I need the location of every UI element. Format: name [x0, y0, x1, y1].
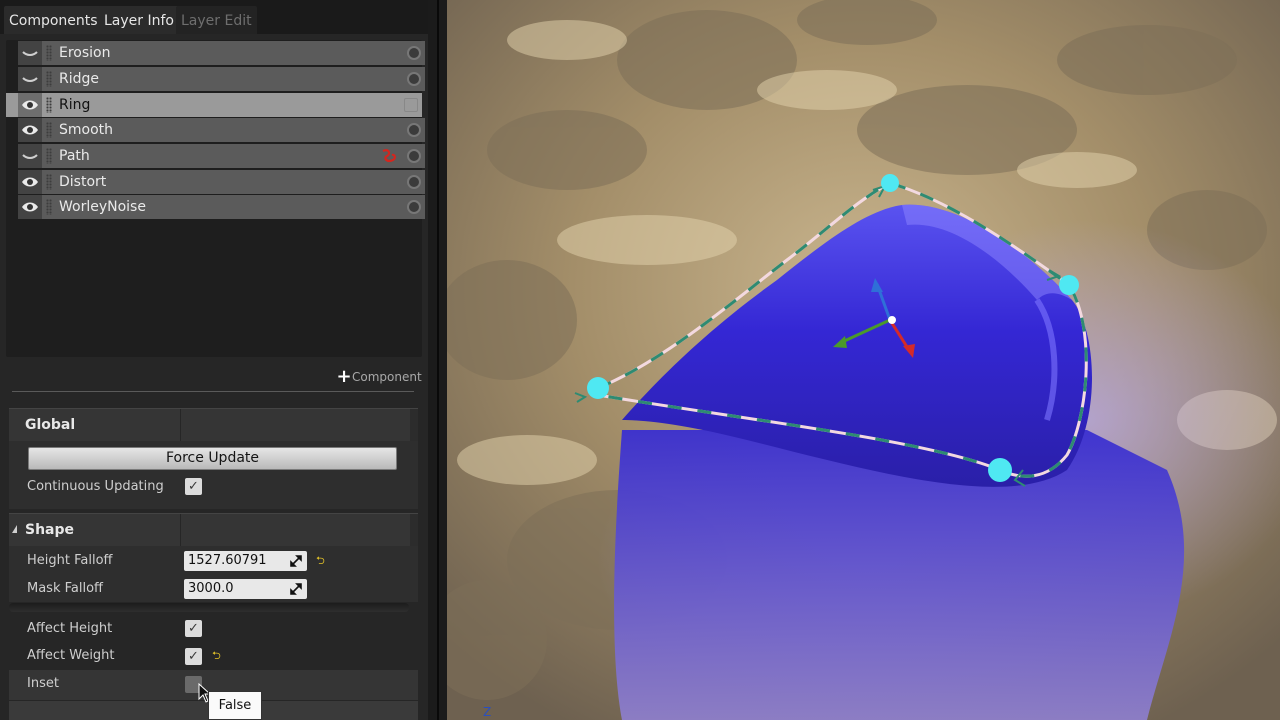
details-panel: Components Layer Info Layer Edit Erosion…: [0, 0, 428, 720]
component-row-distort[interactable]: Distort: [18, 170, 425, 194]
height-falloff-value: 1527.60791: [188, 553, 267, 568]
drag-handle-icon[interactable]: [46, 174, 52, 190]
component-row-smooth[interactable]: Smooth: [18, 118, 425, 142]
component-row-ridge[interactable]: Ridge: [18, 67, 425, 91]
axis-indicator-z: Z: [483, 705, 492, 719]
tab-bar: Components Layer Info Layer Edit: [0, 0, 428, 34]
component-toggle[interactable]: [407, 149, 421, 163]
force-update-button[interactable]: Force Update: [28, 447, 397, 470]
component-row-ring[interactable]: Ring: [6, 93, 422, 117]
drag-handle-icon[interactable]: [46, 199, 52, 215]
spline-control-point: [988, 458, 1012, 482]
drag-arrows-icon[interactable]: [290, 583, 302, 595]
eye-icon[interactable]: [18, 118, 42, 142]
continuous-updating-label: Continuous Updating: [27, 479, 164, 494]
component-label: Erosion: [59, 45, 111, 61]
tab-layer-info[interactable]: Layer Info: [99, 6, 179, 34]
drag-handle-icon[interactable]: [46, 148, 52, 164]
component-label: Path: [59, 148, 90, 164]
eye-icon[interactable]: [18, 170, 42, 194]
collapse-arrow-icon: [12, 525, 17, 533]
spline-control-point: [587, 377, 609, 399]
panel-splitter[interactable]: [428, 0, 447, 720]
level-viewport[interactable]: Z: [447, 0, 1280, 720]
inset-label: Inset: [27, 676, 59, 691]
affect-height-label: Affect Height: [27, 621, 113, 636]
component-toggle[interactable]: [404, 98, 418, 112]
continuous-updating-checkbox[interactable]: ✓: [185, 478, 202, 495]
drag-handle-icon[interactable]: [46, 71, 52, 87]
component-toggle[interactable]: [407, 123, 421, 137]
drag-handle-icon[interactable]: [46, 45, 52, 61]
checkmark-icon: ✓: [188, 649, 199, 664]
section-title: Global: [25, 417, 76, 433]
component-label: WorleyNoise: [59, 199, 146, 215]
reset-to-default-icon[interactable]: ⮌: [316, 555, 325, 567]
section-global-header[interactable]: Global: [9, 408, 418, 442]
drag-handle-icon[interactable]: [46, 122, 52, 138]
reset-to-default-icon[interactable]: ⮌: [212, 650, 221, 662]
drag-arrows-icon[interactable]: [290, 555, 302, 567]
component-label: Smooth: [59, 122, 114, 138]
spline-icon: [382, 149, 396, 163]
eye-icon[interactable]: [18, 93, 42, 117]
viewport-scene: [447, 0, 1280, 720]
add-component-label: Component: [352, 370, 422, 384]
section-title: Shape: [25, 522, 75, 538]
component-label: Ridge: [59, 71, 100, 87]
component-toggle[interactable]: [407, 175, 421, 189]
section-rail: [410, 409, 418, 442]
checkmark-icon: ✓: [188, 479, 199, 494]
add-component-button[interactable]: +Component: [336, 366, 422, 387]
affect-height-checkbox[interactable]: ✓: [185, 620, 202, 637]
drag-handle-icon[interactable]: [46, 97, 52, 113]
component-toggle[interactable]: [407, 72, 421, 86]
component-toggle[interactable]: [407, 200, 421, 214]
component-label: Distort: [59, 174, 107, 190]
group-separator: [9, 603, 409, 612]
tooltip: False: [208, 691, 262, 720]
eye-icon[interactable]: [18, 195, 42, 219]
component-row-worleynoise[interactable]: WorleyNoise: [18, 195, 425, 219]
section-shape-header[interactable]: Shape: [9, 513, 418, 547]
column-splitter[interactable]: [180, 514, 181, 547]
mask-falloff-value: 3000.0: [188, 581, 234, 596]
height-falloff-field[interactable]: 1527.60791: [184, 551, 307, 571]
spline-control-point: [881, 174, 899, 192]
column-splitter[interactable]: [180, 409, 181, 442]
mask-falloff-label: Mask Falloff: [27, 581, 104, 596]
section-rail: [410, 514, 418, 547]
component-list: Erosion Ridge Ring Smooth Path Distort WorleyN…: [6, 40, 425, 357]
affect-weight-checkbox[interactable]: ✓: [185, 648, 202, 665]
component-toggle[interactable]: [407, 46, 421, 60]
tab-components[interactable]: Components: [4, 6, 103, 34]
divider: [12, 391, 414, 392]
component-row-erosion[interactable]: Erosion: [18, 41, 425, 65]
eye-closed-icon[interactable]: [18, 41, 42, 65]
plus-icon: +: [336, 366, 352, 387]
spline-control-point: [1059, 275, 1079, 295]
eye-closed-icon[interactable]: [18, 144, 42, 168]
eye-closed-icon[interactable]: [18, 67, 42, 91]
component-label: Ring: [59, 97, 91, 113]
component-row-path[interactable]: Path: [18, 144, 425, 168]
tab-layer-edit[interactable]: Layer Edit: [176, 6, 257, 34]
height-falloff-label: Height Falloff: [27, 553, 113, 568]
mask-falloff-field[interactable]: 3000.0: [184, 579, 307, 599]
affect-weight-label: Affect Weight: [27, 648, 115, 663]
checkmark-icon: ✓: [188, 621, 199, 636]
